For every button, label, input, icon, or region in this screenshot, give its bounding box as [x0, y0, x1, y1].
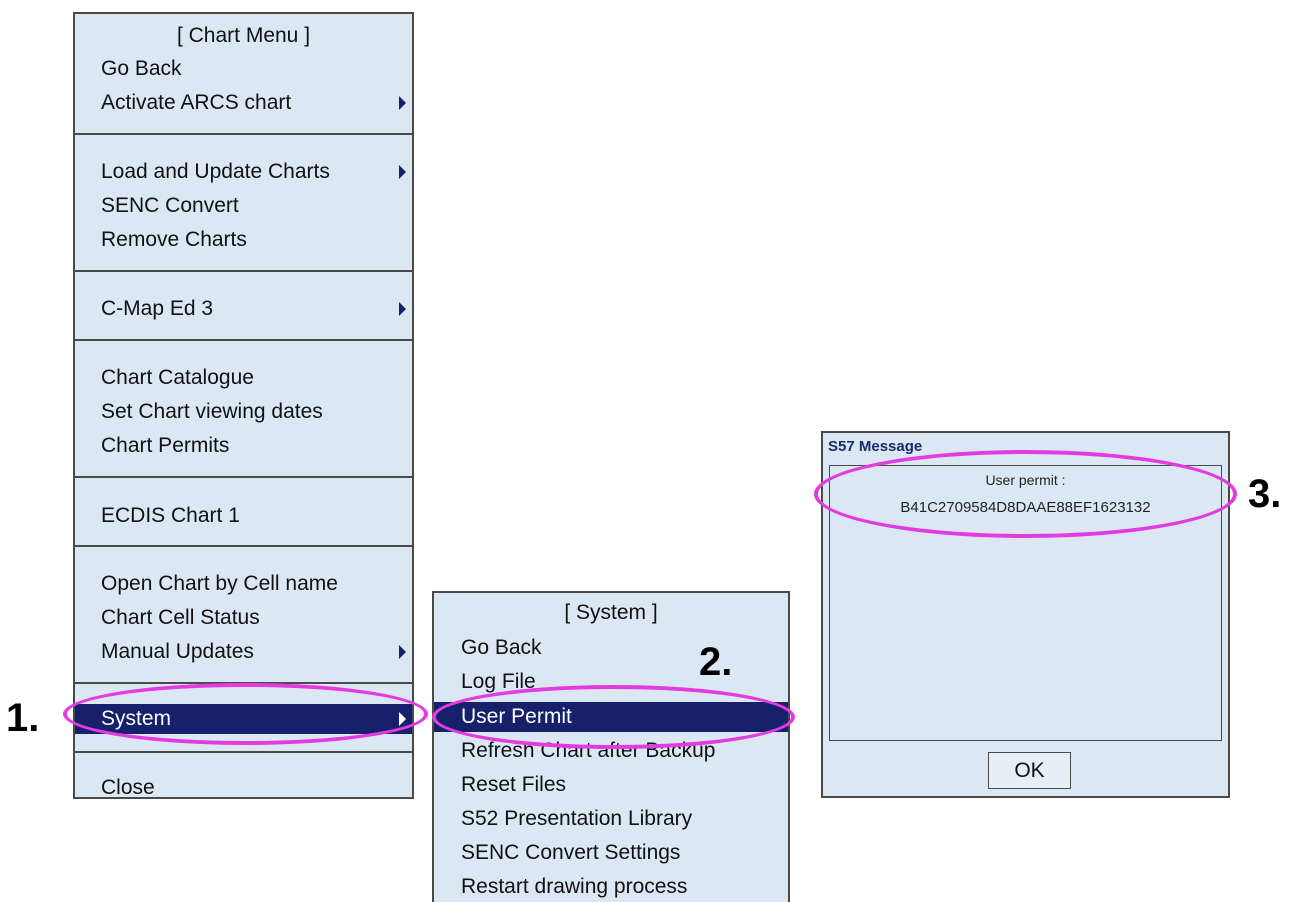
system-item-restart-drawing-process[interactable]: Restart drawing process: [434, 870, 788, 902]
highlight-ellipse-system: [63, 683, 428, 745]
menu-separator: [75, 476, 412, 478]
menu-item-label: Activate ARCS chart: [101, 91, 292, 114]
submenu-arrow-icon: [399, 645, 406, 659]
menu-item-label: Chart Catalogue: [101, 366, 254, 389]
menu-item-label: SENC Convert Settings: [461, 841, 681, 864]
menu-item-remove-charts[interactable]: Remove Charts: [75, 223, 412, 257]
menu-item-label: Go Back: [101, 57, 182, 80]
menu-item-label: Chart Cell Status: [101, 606, 260, 629]
menu-item-label: Go Back: [461, 636, 542, 659]
menu-separator: [75, 545, 412, 547]
step-2-label: 2.: [699, 640, 733, 684]
highlight-ellipse-permit-value: [814, 450, 1237, 538]
menu-item-chart-cell-status[interactable]: Chart Cell Status: [75, 601, 412, 635]
step-1-label: 1.: [6, 696, 40, 740]
menu-item-set-chart-viewing-dates[interactable]: Set Chart viewing dates: [75, 395, 412, 429]
chart-menu-title: [ Chart Menu ]: [176, 24, 311, 47]
menu-item-chart-permits[interactable]: Chart Permits: [75, 429, 412, 463]
submenu-arrow-icon: [399, 302, 406, 316]
menu-item-cmap-ed3[interactable]: C-Map Ed 3: [75, 292, 412, 326]
menu-item-label: SENC Convert: [101, 194, 239, 217]
menu-item-chart-catalogue[interactable]: Chart Catalogue: [75, 361, 412, 395]
menu-item-close[interactable]: Close: [75, 771, 412, 805]
ok-button[interactable]: OK: [988, 752, 1071, 789]
menu-separator: [75, 270, 412, 272]
screen: [ Chart Menu ] Go Back Activate ARCS cha…: [0, 0, 1295, 902]
menu-item-label: Load and Update Charts: [101, 160, 330, 183]
chart-menu: [ Chart Menu ] Go Back Activate ARCS cha…: [73, 12, 414, 799]
system-item-go-back[interactable]: Go Back: [434, 631, 788, 665]
menu-item-label: Manual Updates: [101, 640, 254, 663]
menu-item-label: ECDIS Chart 1: [101, 504, 240, 527]
system-item-s52-presentation-library[interactable]: S52 Presentation Library: [434, 802, 788, 836]
menu-separator: [75, 339, 412, 341]
menu-item-label: Set Chart viewing dates: [101, 400, 323, 423]
menu-item-label: C-Map Ed 3: [101, 297, 214, 320]
menu-item-senc-convert[interactable]: SENC Convert: [75, 189, 412, 223]
submenu-arrow-icon: [399, 96, 406, 110]
dialog-title: S57 Message: [828, 438, 923, 455]
menu-item-load-update-charts[interactable]: Load and Update Charts: [75, 155, 412, 189]
menu-item-go-back[interactable]: Go Back: [75, 52, 412, 86]
step-3-label: 3.: [1248, 472, 1282, 516]
menu-item-manual-updates[interactable]: Manual Updates: [75, 635, 412, 669]
menu-item-label: Restart drawing process: [461, 875, 688, 898]
submenu-arrow-icon: [399, 165, 406, 179]
system-menu-title: [ System ]: [564, 601, 658, 624]
menu-item-label: Remove Charts: [101, 228, 247, 251]
system-item-reset-files[interactable]: Reset Files: [434, 768, 788, 802]
highlight-ellipse-user-permit: [432, 685, 795, 749]
menu-separator: [75, 133, 412, 135]
menu-item-label: Reset Files: [461, 773, 567, 796]
menu-item-ecdis-chart-1[interactable]: ECDIS Chart 1: [75, 499, 412, 533]
system-item-senc-convert-settings[interactable]: SENC Convert Settings: [434, 836, 788, 870]
menu-item-label: S52 Presentation Library: [461, 807, 693, 830]
menu-item-label: Open Chart by Cell name: [101, 572, 338, 595]
menu-item-open-chart-by-cell-name[interactable]: Open Chart by Cell name: [75, 567, 412, 601]
menu-item-label: Close: [101, 776, 155, 799]
menu-separator: [75, 751, 412, 753]
menu-item-label: Chart Permits: [101, 434, 230, 457]
menu-item-activate-arcs-chart[interactable]: Activate ARCS chart: [75, 86, 412, 120]
